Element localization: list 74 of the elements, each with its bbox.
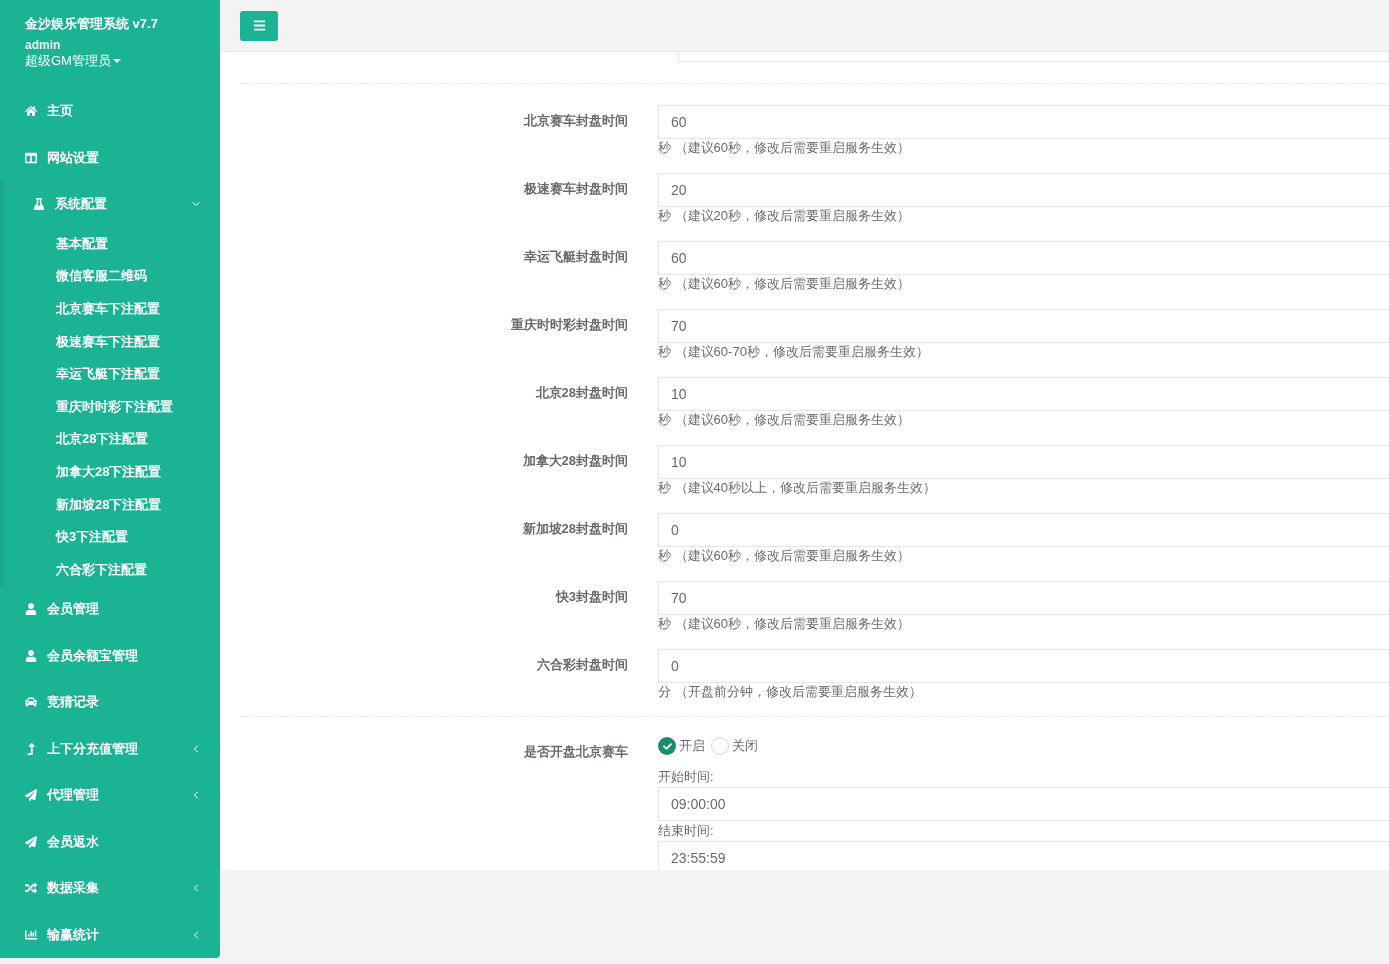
field-label: 六合彩封盘时间 [536,656,628,674]
nav-item[interactable]: 系统配置 [4,181,220,228]
input-field[interactable]: 20 [658,173,1389,207]
field-hint: 秒 （建议60秒，修改后需要重启服务生效） [658,275,911,293]
field-hint: 秒 （建议60-70秒，修改后需要重启服务生效） [658,343,929,361]
nav-subitem[interactable]: 加拿大28下注配置 [4,455,220,489]
field-hint: 秒 （建议60秒，修改后需要重启服务生效） [658,615,911,633]
field-label: 北京赛车封盘时间 [523,112,628,130]
nav-subitem[interactable]: 极速赛车下注配置 [4,325,220,358]
nav-item[interactable]: 输赢统计 [0,911,220,959]
nav-item[interactable]: 代理管理 [0,772,220,819]
time-field[interactable]: 09:00:00 [658,787,1389,821]
caret-icon [112,59,121,63]
field-hint: 秒 （建议60秒，修改后需要重启服务生效） [658,139,911,157]
radio-option[interactable]: 关闭 [711,737,758,755]
nav-item[interactable]: 会员返水 [0,818,220,866]
field-label: 加拿大28封盘时间 [521,452,628,470]
user-name: admin [25,38,61,52]
nav-item[interactable]: 网站设置 [0,134,220,181]
nav-item[interactable]: 上下分充值管理 [0,725,220,773]
nav-item[interactable]: 竞猜记录 [0,679,220,726]
field-label: 重庆时时彩封盘时间 [510,316,628,334]
nav-subitem[interactable]: 微信客服二维码 [4,260,220,293]
nav-subitem[interactable]: 幸运飞艇下注配置 [4,357,220,391]
nav-icon [25,603,37,616]
menu-button[interactable] [240,10,278,41]
field-hint: 秒 （建议20秒，修改后需要重启服务生效） [658,207,911,225]
nav-icon [25,649,37,662]
nav-icon [25,696,37,709]
field-label: 是否开盘北京赛车 [523,743,628,761]
input-field[interactable]: 70 [658,581,1389,615]
input-field[interactable] [678,52,1389,62]
nav-icon [25,928,37,941]
field-hint: 秒 （建议60秒，修改后需要重启服务生效） [658,547,911,565]
input-field[interactable]: 60 [658,241,1389,275]
nav-subitem[interactable]: 基本配置 [4,227,220,261]
nav-icon [25,151,37,164]
nav-subitem[interactable]: 北京28下注配置 [4,423,220,456]
nav-item[interactable]: 主页 [0,88,220,135]
nav-icon [25,789,37,802]
field-hint: 秒 （建议60秒，修改后需要重启服务生效） [658,411,911,429]
input-field[interactable]: 0 [658,513,1389,547]
field-label: 北京28封盘时间 [534,384,628,402]
nav-icon [25,882,37,895]
nav-subitem[interactable]: 快3下注配置 [4,520,220,554]
time-field[interactable]: 23:55:59 [658,841,1389,870]
nav-icon [33,198,45,211]
input-field[interactable]: 70 [658,309,1389,343]
nav-item[interactable]: 数据采集 [0,865,220,912]
role-dropdown[interactable]: 超级GM管理员 [25,52,121,70]
nav-subitem[interactable]: 新加坡28下注配置 [4,488,220,521]
nav-subitem[interactable]: 重庆时时彩下注配置 [4,390,220,424]
nav-icon [25,105,37,118]
nav-item[interactable]: 会员管理 [0,586,220,633]
menu-icon [252,19,266,32]
input-field[interactable]: 10 [658,377,1389,411]
nav-subitem[interactable]: 北京赛车下注配置 [4,292,220,326]
nav-subitem[interactable]: 六合彩下注配置 [4,553,220,587]
nav-icon [25,835,37,848]
input-field[interactable]: 10 [658,445,1389,479]
field-hint: 秒 （建议40秒以上，修改后需要重启服务生效） [658,479,937,497]
input-field[interactable]: 0 [658,649,1389,683]
app-title: 金沙娱乐管理系统 v7.7 [25,15,158,32]
field-label: 快3封盘时间 [554,588,628,606]
field-label: 极速赛车封盘时间 [523,180,628,198]
nav-icon [25,742,37,755]
time-label: 结束时间: [658,822,714,840]
radio-option[interactable]: 开启 [658,737,705,755]
time-label: 开始时间: [658,768,714,786]
input-field[interactable]: 60 [658,105,1389,139]
field-hint: 分 （开盘前分钟，修改后需要重启服务生效） [658,683,922,701]
nav-item[interactable]: 会员余额宝管理 [0,632,220,680]
field-label: 幸运飞艇封盘时间 [523,248,628,266]
field-label: 新加坡28封盘时间 [521,520,628,538]
